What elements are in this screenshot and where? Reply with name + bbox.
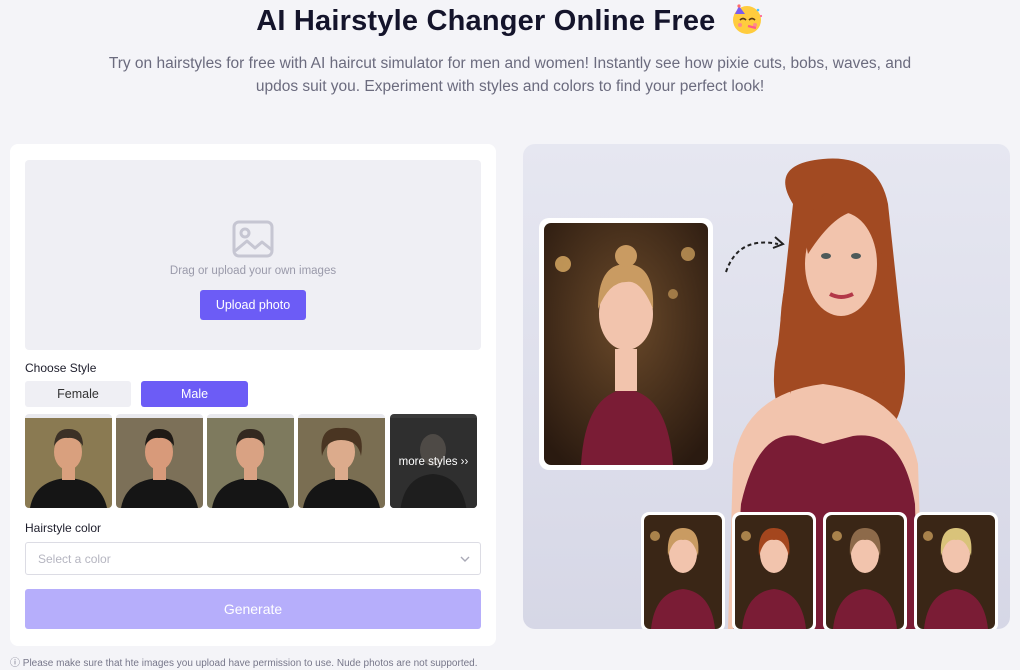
hair-color-select[interactable]: Select a color (25, 542, 481, 575)
more-styles-button[interactable]: more styles ›› (390, 414, 477, 508)
transform-arrow-icon (725, 241, 779, 273)
page-subtitle: Try on hairstyles for free with AI hairc… (108, 55, 912, 95)
variant-thumbnail-2[interactable] (732, 512, 816, 629)
style-thumbnail-4[interactable] (298, 414, 385, 508)
more-styles-label: more styles ›› (398, 456, 469, 468)
variant-thumbnail-3[interactable] (823, 512, 907, 629)
original-photo (539, 218, 713, 470)
style-thumbnail-2[interactable] (116, 414, 203, 508)
permission-note: ⓘ Please make sure that hte images you u… (10, 654, 478, 669)
tab-female[interactable]: Female (25, 381, 131, 407)
showcase-preview (523, 144, 1010, 629)
variant-thumbnail-4[interactable] (914, 512, 998, 629)
choose-style-label: Choose Style (25, 361, 97, 375)
hairstyle-color-label: Hairstyle color (25, 521, 102, 535)
tab-male[interactable]: Male (141, 381, 248, 407)
editor-panel: Drag or upload your own images Upload ph… (10, 144, 496, 646)
upload-photo-button[interactable]: Upload photo (200, 290, 306, 320)
hair-color-placeholder: Select a color (38, 552, 111, 566)
info-icon: ⓘ (10, 658, 20, 669)
image-icon (232, 220, 274, 258)
upload-dropzone[interactable]: Drag or upload your own images Upload ph… (25, 160, 481, 350)
showcase-illustration (539, 158, 998, 629)
chevron-down-icon (460, 556, 470, 562)
style-thumbnail-3[interactable] (207, 414, 294, 508)
style-thumbnail-1[interactable] (25, 414, 112, 508)
upload-hint: Drag or upload your own images (169, 265, 337, 277)
party-face-icon (732, 4, 762, 34)
variant-thumbnail-1[interactable] (641, 512, 725, 629)
page-title: AI Hairstyle Changer Online Free (0, 2, 1020, 38)
generate-button[interactable]: Generate (25, 589, 481, 629)
page-title-text: AI Hairstyle Changer Online Free (256, 5, 716, 37)
permission-note-text: Please make sure that hte images you upl… (22, 658, 478, 669)
